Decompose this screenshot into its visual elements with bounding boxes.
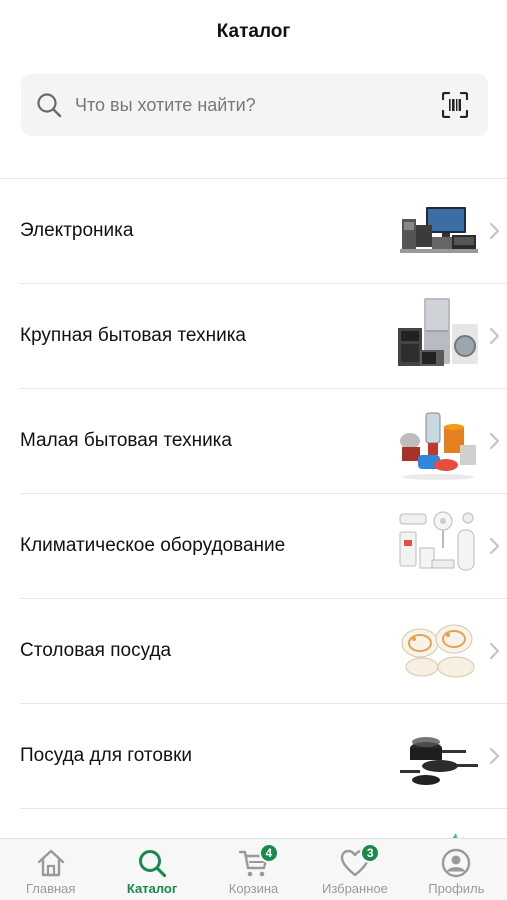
user-icon — [442, 848, 471, 878]
category-label: Столовая посуда — [20, 640, 172, 661]
category-label: Электроника — [20, 220, 134, 241]
home-icon — [37, 849, 64, 877]
tab-label: Корзина — [228, 881, 279, 896]
electronics-image — [400, 207, 478, 253]
search-icon — [37, 93, 62, 118]
page-title: Каталог — [216, 21, 291, 42]
chevron-right-icon — [489, 747, 500, 765]
category-label: Климатическое оборудование — [20, 535, 286, 556]
category-label: Малая бытовая техника — [20, 430, 232, 451]
favorites-count-badge: 3 — [360, 843, 381, 863]
large-appliances-image — [398, 298, 478, 366]
category-label: Посуда для готовки — [20, 745, 193, 766]
chevron-right-icon — [489, 537, 500, 555]
category-tableware[interactable]: Столовая посуда — [20, 599, 507, 704]
category-small-appliances[interactable]: Малая бытовая техника — [20, 389, 507, 494]
tab-favorites[interactable]: 3 Избранное — [304, 839, 405, 900]
category-list: Электроника Крупная бытовая техника Мала… — [0, 179, 507, 900]
tab-label: Каталог — [126, 881, 178, 896]
search-bar[interactable] — [21, 74, 488, 136]
tableware-image — [401, 624, 475, 678]
category-label: Крупная бытовая техника — [20, 325, 246, 346]
tab-home[interactable]: Главная — [0, 839, 101, 900]
top-bar: Каталог — [0, 0, 507, 62]
tab-label: Профиль — [428, 881, 485, 896]
chevron-right-icon — [489, 432, 500, 450]
bottom-tab-bar: Главная Каталог 4 Корзина 3 Избранное Пр… — [0, 838, 507, 900]
tab-cart[interactable]: 4 Корзина — [203, 839, 304, 900]
chevron-right-icon — [489, 222, 500, 240]
category-electronics[interactable]: Электроника — [20, 179, 507, 284]
cookware-image — [400, 737, 478, 785]
climate-equipment-image — [399, 511, 475, 571]
tab-label: Главная — [25, 881, 76, 896]
cart-count-badge: 4 — [258, 843, 279, 863]
search-icon — [139, 850, 167, 878]
tab-profile[interactable]: Профиль — [406, 839, 507, 900]
small-appliances-image — [400, 412, 476, 480]
category-climate-equipment[interactable]: Климатическое оборудование — [20, 494, 507, 599]
category-cookware[interactable]: Посуда для готовки — [20, 704, 507, 809]
chevron-right-icon — [489, 642, 500, 660]
tab-catalog[interactable]: Каталог — [101, 839, 202, 900]
tab-label: Избранное — [321, 881, 388, 896]
category-large-appliances[interactable]: Крупная бытовая техника — [20, 284, 507, 389]
barcode-scan-icon[interactable] — [442, 92, 468, 118]
search-input[interactable] — [75, 94, 415, 116]
chevron-right-icon — [489, 327, 500, 345]
